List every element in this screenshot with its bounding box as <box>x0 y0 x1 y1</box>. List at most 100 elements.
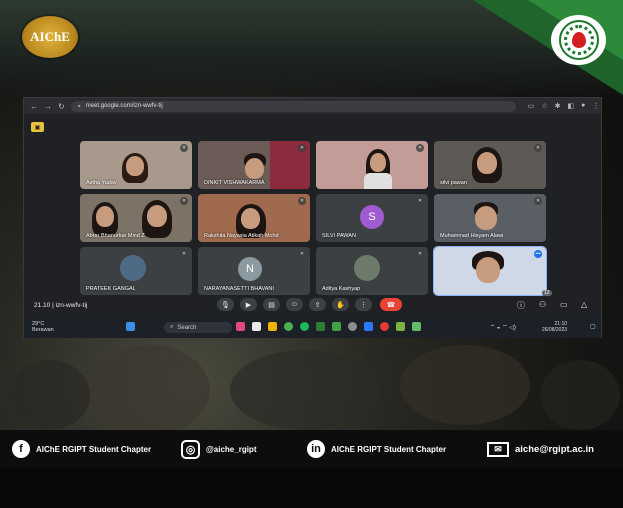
app-icon[interactable] <box>396 322 405 331</box>
chrome-icon[interactable] <box>284 322 293 331</box>
excel-icon[interactable] <box>316 322 325 331</box>
participant-name: DINKIT VISHWAKARMA <box>204 180 265 186</box>
captions-icon[interactable]: ▤ <box>263 298 280 311</box>
address-bar[interactable]: ⚬ meet.google.com/izn-wwfv-tij <box>70 100 516 112</box>
system-tray-icons[interactable]: ⌃ ◒ ⌔ ◁) <box>490 323 516 331</box>
meet-call-area: ▣ ✕ Astha Yadav ✕ DINKIT VISHWAKARMA ✕ ✕… <box>24 114 601 338</box>
camera-toggle-icon[interactable]: ▶ <box>240 298 257 311</box>
instagram-icon: ◎ <box>181 439 200 459</box>
activities-icon[interactable]: △ <box>581 300 587 309</box>
participant-tile[interactable]: N ✕ NARAYANASETTI BHAVANI <box>198 247 310 295</box>
rgipt-logo-ring <box>563 25 594 55</box>
people-count-badge: 12 <box>542 290 552 296</box>
profile-icon[interactable]: ● <box>581 102 585 110</box>
rgipt-logo <box>551 15 606 65</box>
bookmark-icon[interactable]: ☆ <box>541 102 547 110</box>
mic-muted-icon: ✕ <box>180 144 188 152</box>
participant-video <box>476 257 500 283</box>
raise-hand-icon[interactable]: ✋ <box>332 298 349 311</box>
menu-icon[interactable]: ⋮ <box>592 102 599 110</box>
reload-icon[interactable]: ↻ <box>58 102 65 111</box>
taskbar-search[interactable]: ⌕ Search <box>164 322 232 333</box>
crowd-silhouette <box>90 345 210 435</box>
poster-footer: f AIChE RGIPT Student Chapter ◎ @aiche_r… <box>0 430 623 468</box>
file-explorer-icon[interactable] <box>252 322 261 331</box>
extensions-icon[interactable]: ✱ <box>555 102 561 110</box>
app-icon[interactable] <box>380 322 389 331</box>
mic-muted-icon: ✕ <box>416 250 424 258</box>
app-icon[interactable] <box>332 322 341 331</box>
participant-tile[interactable]: ✕ DINKIT VISHWAKARMA <box>198 141 310 189</box>
app-icon[interactable] <box>412 322 421 331</box>
mic-muted-icon: ✕ <box>534 144 542 152</box>
participant-tile[interactable]: ✕ Aditya Kashyap <box>316 247 428 295</box>
mic-muted-icon: ✕ <box>298 144 306 152</box>
instagram-handle: @aiche_rgipt <box>206 444 257 454</box>
participant-tile[interactable]: ✕ silvi pawan <box>434 141 546 189</box>
weather-widget[interactable]: 29°C Berawan <box>32 321 54 333</box>
participant-tile[interactable]: ✕ <box>316 141 428 189</box>
mic-muted-icon: ✕ <box>416 197 424 205</box>
search-icon: ⌕ <box>170 324 174 330</box>
address-bar-url: meet.google.com/izn-wwfv-tij <box>85 103 163 109</box>
mic-muted-icon: ✕ <box>416 144 424 152</box>
folder-icon[interactable] <box>268 322 277 331</box>
participant-tile[interactable]: ✕ Rakshita Nayasia Atikah Mohd <box>198 194 310 242</box>
participant-tile[interactable]: ✕ Muhammad Hisyam Alawi <box>434 194 546 242</box>
crowd-silhouette <box>10 360 90 430</box>
info-icon[interactable]: ⓘ <box>517 300 525 311</box>
chat-icon[interactable]: ▭ <box>560 300 568 309</box>
start-icon[interactable] <box>126 322 135 331</box>
participant-video <box>147 205 167 227</box>
app-icon[interactable] <box>236 322 245 331</box>
weather-condition: Berawan <box>32 327 54 333</box>
participant-name: Aditya Kashyap <box>322 286 361 292</box>
rgipt-logo-emblem <box>558 20 599 60</box>
site-info-icon[interactable]: ⚬ <box>77 103 82 110</box>
linkedin-icon: in <box>307 440 325 458</box>
participant-video <box>364 173 392 189</box>
facebook-handle: AIChE RGIPT Student Chapter <box>36 444 152 454</box>
browser-toolbar: ← → ↻ ⚬ meet.google.com/izn-wwfv-tij ▭ ☆… <box>24 98 601 114</box>
meet-controls-bar: 21.10 | izn-wwfv-tij 🎙 ▶ ▤ ☺ ⇪ ✋ ⋮ ☎ ⓘ ⚇… <box>24 290 601 317</box>
participant-name: Abrar Bhanurkar Mind Z <box>86 233 145 239</box>
linkedin-link[interactable]: in AIChE RGIPT Student Chapter <box>307 440 446 458</box>
app-icon[interactable] <box>364 322 373 331</box>
crowd-silhouette <box>540 360 620 430</box>
cast-icon[interactable]: ▭ <box>528 102 535 110</box>
end-call-icon[interactable]: ☎ <box>380 298 402 311</box>
participant-name: PRATEEK GANGAL <box>86 286 136 292</box>
facebook-icon: f <box>12 440 30 458</box>
mic-muted-icon: ✕ <box>298 197 306 205</box>
participant-avatar: S <box>360 205 384 229</box>
emoji-icon[interactable]: ☺ <box>286 298 303 311</box>
more-options-icon[interactable]: ⋮ <box>355 298 372 311</box>
back-icon[interactable]: ← <box>30 102 38 111</box>
mic-muted-icon: ✕ <box>534 197 542 205</box>
mic-toggle-icon[interactable]: 🎙 <box>217 298 234 311</box>
participant-tile[interactable]: ✕ Abrar Bhanurkar Mind Z <box>80 194 192 242</box>
mail-icon: ✉ <box>487 441 509 457</box>
sidepanel-icon[interactable]: ◧ <box>567 102 574 110</box>
email-link[interactable]: ✉ aiche@rgipt.ac.in <box>487 441 594 457</box>
notifications-icon[interactable]: ▢ <box>590 323 596 330</box>
participant-tile[interactable]: ✕ PRATEEK GANGAL <box>80 247 192 295</box>
participant-video <box>126 156 144 176</box>
participant-tile-active-speaker[interactable]: ••• <box>433 246 547 296</box>
captions-chip-icon[interactable]: ▣ <box>31 122 44 132</box>
app-icon[interactable] <box>348 322 357 331</box>
facebook-link[interactable]: f AIChE RGIPT Student Chapter <box>12 440 151 458</box>
windows-taskbar: 29°C Berawan ⌕ Search ⌃ ◒ ⌔ ◁) 21:10 26/… <box>24 317 601 338</box>
participant-video <box>475 206 497 230</box>
present-icon[interactable]: ⇪ <box>309 298 326 311</box>
taskbar-clock[interactable]: 21:10 26/08/2023 <box>542 321 567 333</box>
people-icon[interactable]: ⚇ <box>539 300 546 309</box>
participant-tile[interactable]: S ✕ SILVI PAWAN <box>316 194 428 242</box>
instagram-link[interactable]: ◎ @aiche_rgipt <box>181 439 257 459</box>
forward-icon[interactable]: → <box>44 102 52 111</box>
spotify-icon[interactable] <box>300 322 309 331</box>
linkedin-handle: AIChE RGIPT Student Chapter <box>331 444 447 454</box>
aiche-logo-text: AIChE <box>30 29 70 44</box>
participant-tile[interactable]: ✕ Astha Yadav <box>80 141 192 189</box>
speaking-icon: ••• <box>534 250 542 258</box>
